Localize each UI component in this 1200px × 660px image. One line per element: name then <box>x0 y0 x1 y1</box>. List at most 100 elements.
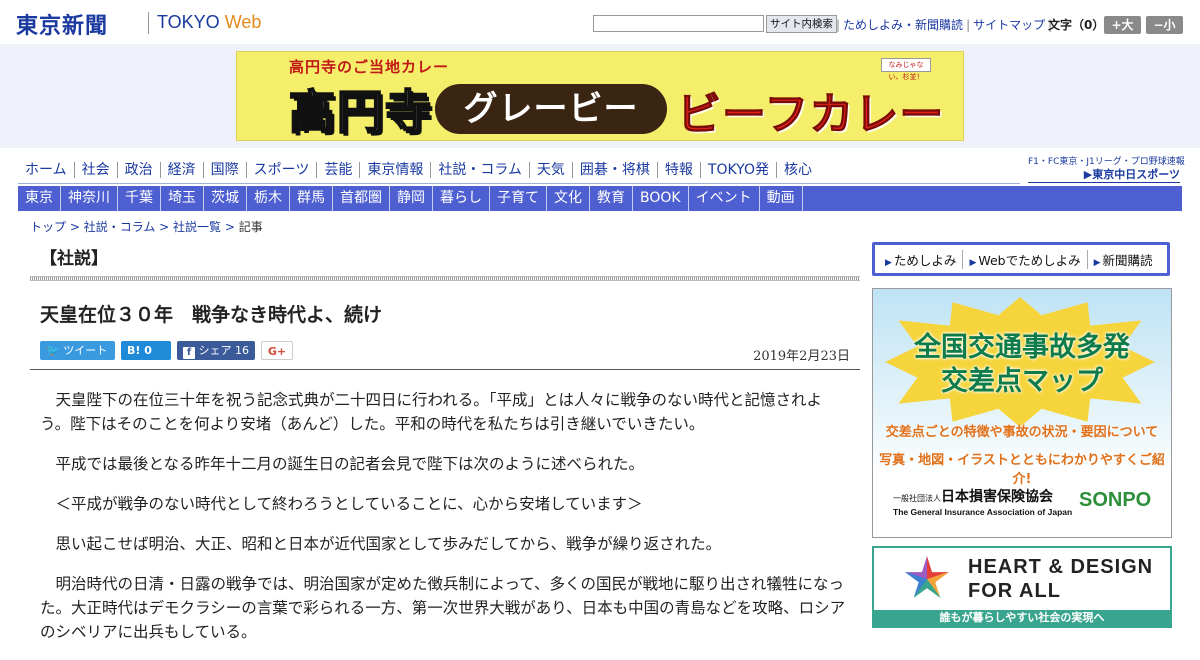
nav-tokyo[interactable]: 東京 <box>18 186 61 211</box>
nav-politics[interactable]: 政治 <box>116 162 160 178</box>
heart-design-ad[interactable]: HEART & DESIGN FOR ALL 誰もが暮らしやすい社会の実現へ <box>872 546 1172 628</box>
nav-kakushin[interactable]: 核心 <box>775 162 819 178</box>
sitemap-link[interactable]: サイトマップ <box>973 18 1045 32</box>
nav-shutoken[interactable]: 首都圏 <box>333 186 390 211</box>
nav-tokuho[interactable]: 特報 <box>656 162 700 178</box>
article-date: 2019年2月23日 <box>753 349 850 364</box>
nav-culture[interactable]: 文化 <box>547 186 590 211</box>
link-separator: | <box>966 18 971 32</box>
breadcrumb-current: 記事 <box>238 220 263 234</box>
nav-book[interactable]: BOOK <box>633 186 689 211</box>
nav-home[interactable]: ホーム <box>18 162 74 178</box>
nav-video[interactable]: 動画 <box>760 186 803 211</box>
article-paragraph: ＜平成が戦争のない時代として終わろうとしていることに、心から安堵しています＞ <box>55 495 643 513</box>
triangle-right-icon: ▶ <box>969 257 977 268</box>
font-size-label: 文字（0） <box>1048 18 1105 32</box>
breadcrumb-editorial-list[interactable]: 社説一覧 <box>173 220 221 234</box>
hatena-bookmark-button[interactable]: B! 0 <box>121 341 171 360</box>
nav-go-shogi[interactable]: 囲碁・将棋 <box>571 162 657 178</box>
logo-divider <box>148 12 149 34</box>
banner-koenji-text: 高円寺 <box>288 84 433 140</box>
breadcrumb-editorial-column[interactable]: 社説・コラム <box>84 220 156 234</box>
subscription-links-box: ▶ ためしよみ ▶ Webでためしよみ ▶ 新聞購読 <box>872 242 1170 276</box>
section-heading: 【社説】 <box>40 249 108 269</box>
facebook-share-button[interactable]: f シェア 16 <box>177 341 255 360</box>
logo-en-text: TOKYO <box>157 12 220 32</box>
trial-read-link[interactable]: ▶ ためしよみ <box>879 250 962 269</box>
trial-subscribe-link[interactable]: ためしよみ・新聞購読 <box>843 18 963 32</box>
nav-sports[interactable]: スポーツ <box>245 162 317 178</box>
banner-badge: なみじゃない、杉並！ <box>881 58 931 81</box>
curry-ad-banner[interactable]: 高円寺のご当地カレー 高円寺 グレービー ビーフカレー なみじゃない、杉並！ <box>236 51 964 141</box>
ad-text-line1: 交差点ごとの特徴や事故の状況・要因について <box>885 425 1159 440</box>
web-trial-read-link[interactable]: ▶ Webでためしよみ <box>962 249 1086 269</box>
article-headline: 天皇在位３０年 戦争なき時代よ、続け <box>40 304 383 326</box>
ad2-tagline: 誰もが暮らしやすい社会の実現へ <box>874 610 1170 626</box>
facebook-share-label: シェア <box>198 344 232 357</box>
twitter-bird-icon: 🐦 <box>46 344 60 357</box>
ad-title-line2: 交差点マップ <box>941 366 1103 397</box>
nav-chiba[interactable]: 千葉 <box>118 186 161 211</box>
tweet-button[interactable]: 🐦 ツイート <box>40 341 115 360</box>
ad2-title-line2: FOR ALL <box>968 580 1061 602</box>
nav-weather[interactable]: 天気 <box>528 162 572 178</box>
site-search-button[interactable]: サイト内検索 <box>766 15 837 33</box>
chunichi-sports-logo[interactable]: ▶東京中日スポーツ <box>1050 166 1180 181</box>
article-paragraph: 天皇陛下の在位三十年を祝う記念式典が二十四日に行われる。「平成」とは人々に戦争の… <box>40 391 822 433</box>
web-trial-read-label: Webでためしよみ <box>978 252 1081 268</box>
breadcrumb-separator: > <box>155 220 174 234</box>
sports-divider <box>1028 182 1180 183</box>
ad-text-line2: 写真・地図・イラストとともにわかりやすくご紹介! <box>879 453 1165 487</box>
top-links: | ためしよみ・新聞購読 | サイトマップ | <box>833 16 1055 33</box>
ad-org-prefix: 一般社団法人 <box>893 494 941 503</box>
google-plus-button[interactable]: G+ <box>261 341 293 360</box>
triangle-right-icon: ▶ <box>885 257 892 268</box>
nav-tokyo-hatsu[interactable]: TOKYO発 <box>699 162 776 178</box>
section-stripe-divider <box>30 276 860 281</box>
site-header: 東京新聞 TOKYO Web サイト内検索 | ためしよみ・新聞購読 | サイトマップ… <box>0 0 1200 44</box>
nav-gunma[interactable]: 群馬 <box>290 186 333 211</box>
ad-org-name-en: The General Insurance Association of Jap… <box>893 507 1073 517</box>
nav-shizuoka[interactable]: 静岡 <box>390 186 433 211</box>
regional-nav: 東京 神奈川 千葉 埼玉 茨城 栃木 群馬 首都圏 静岡 暮らし 子育て 文化 … <box>18 186 1182 211</box>
banner-gravy-text: グレービー <box>435 84 667 134</box>
nav-international[interactable]: 国際 <box>202 162 246 178</box>
facebook-icon: f <box>183 347 195 359</box>
banner-subtitle: 高円寺のご当地カレー <box>289 58 450 76</box>
site-logo[interactable]: 東京新聞 <box>16 8 108 40</box>
nav-lifestyle[interactable]: 暮らし <box>433 186 490 211</box>
nav-saitama[interactable]: 埼玉 <box>161 186 204 211</box>
nav-entertainment[interactable]: 芸能 <box>316 162 359 178</box>
font-size-decrease-button[interactable]: −小 <box>1146 16 1183 34</box>
nav-society[interactable]: 社会 <box>73 162 117 178</box>
colorful-star-icon <box>904 556 950 598</box>
tweet-label: ツイート <box>63 344 108 357</box>
traffic-accident-map-ad[interactable]: 全国交通事故多発 交差点マップ 交差点ごとの特徴や事故の状況・要因について 写真… <box>872 288 1172 538</box>
nav-tochigi[interactable]: 栃木 <box>247 186 290 211</box>
nav-tokyo-info[interactable]: 東京情報 <box>359 162 430 178</box>
article-paragraph: 平成では最後となる昨年十二月の誕生日の記者会見で陛下は次のように述べられた。 <box>55 455 645 473</box>
nav-parenting[interactable]: 子育て <box>490 186 547 211</box>
site-search-input[interactable] <box>593 15 764 32</box>
sonpo-logo: SONPO <box>1079 489 1152 511</box>
ad-org-name-text: 日本損害保険協会 <box>941 489 1053 505</box>
nav-editorial-column[interactable]: 社説・コラム <box>430 162 529 178</box>
link-separator: | <box>836 18 841 32</box>
tokyo-web-logo[interactable]: TOKYO Web <box>157 12 261 33</box>
nav-education[interactable]: 教育 <box>590 186 633 211</box>
nav-divider <box>18 183 1020 184</box>
nav-events[interactable]: イベント <box>689 186 760 211</box>
nav-economy[interactable]: 経済 <box>159 162 203 178</box>
nav-kanagawa[interactable]: 神奈川 <box>61 186 118 211</box>
triangle-right-icon: ▶ <box>1093 257 1101 268</box>
breadcrumb-top[interactable]: トップ <box>30 220 66 234</box>
article-paragraph: 思い起こせば明治、大正、昭和と日本が近代国家として歩みだしてから、戦争が繰り返さ… <box>55 535 722 553</box>
font-size-increase-button[interactable]: +大 <box>1104 16 1141 34</box>
breadcrumb-separator: > <box>221 220 239 234</box>
logo-web-text: Web <box>224 12 262 32</box>
article-body: 天皇陛下の在位三十年を祝う記念式典が二十四日に行われる。「平成」とは人々に戦争の… <box>40 388 850 660</box>
subscribe-link[interactable]: ▶ 新聞購読 <box>1086 249 1159 269</box>
nav-ibaraki[interactable]: 茨城 <box>204 186 247 211</box>
trial-read-label: ためしよみ <box>893 252 957 268</box>
facebook-share-count: 16 <box>235 344 249 357</box>
